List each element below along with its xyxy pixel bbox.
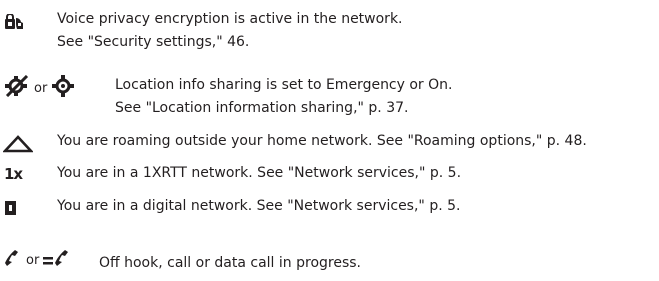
entry-line: Location info sharing is set to Emergenc… xyxy=(115,77,453,93)
icon-cell: 1x xyxy=(4,164,23,184)
voice-privacy-encryption-icon xyxy=(5,14,23,29)
data-call-handset-icon xyxy=(43,250,69,266)
icon-cell xyxy=(3,134,33,154)
entry-line: See "Location information sharing," p. 3… xyxy=(115,100,409,116)
icon-cell: D xyxy=(5,198,17,218)
entry-text: You are roaming outside your home networ… xyxy=(57,130,587,153)
entry-line: You are roaming outside your home networ… xyxy=(57,133,587,149)
entry-text: Voice privacy encryption is active in th… xyxy=(57,8,403,54)
icon-cell: or xyxy=(4,75,75,97)
entry-text: Location info sharing is set to Emergenc… xyxy=(115,74,452,120)
or-connector: or xyxy=(34,80,48,96)
entry-line: You are in a digital network. See "Netwo… xyxy=(57,198,461,214)
entry-text: You are in a 1XRTT network. See "Network… xyxy=(57,162,461,185)
location-sharing-emergency-icon xyxy=(5,75,29,97)
entry-text: You are in a digital network. See "Netwo… xyxy=(57,195,460,218)
digital-network-icon xyxy=(5,201,16,215)
entry-line: Off hook, call or data call in progress. xyxy=(99,255,361,271)
icon-cell xyxy=(4,12,24,32)
location-sharing-on-icon xyxy=(52,75,75,97)
icon-cell: or xyxy=(4,248,71,268)
or-connector: or xyxy=(26,252,40,268)
entry-line: See "Security settings," 46. xyxy=(57,34,250,50)
entry-line: Voice privacy encryption is active in th… xyxy=(57,11,403,27)
1xrtt-network-icon: 1x xyxy=(4,165,23,183)
entry-text: Off hook, call or data call in progress. xyxy=(99,252,361,275)
off-hook-handset-icon xyxy=(5,250,18,266)
entry-line: You are in a 1XRTT network. See "Network… xyxy=(57,165,462,181)
roaming-triangle-icon xyxy=(3,135,33,153)
